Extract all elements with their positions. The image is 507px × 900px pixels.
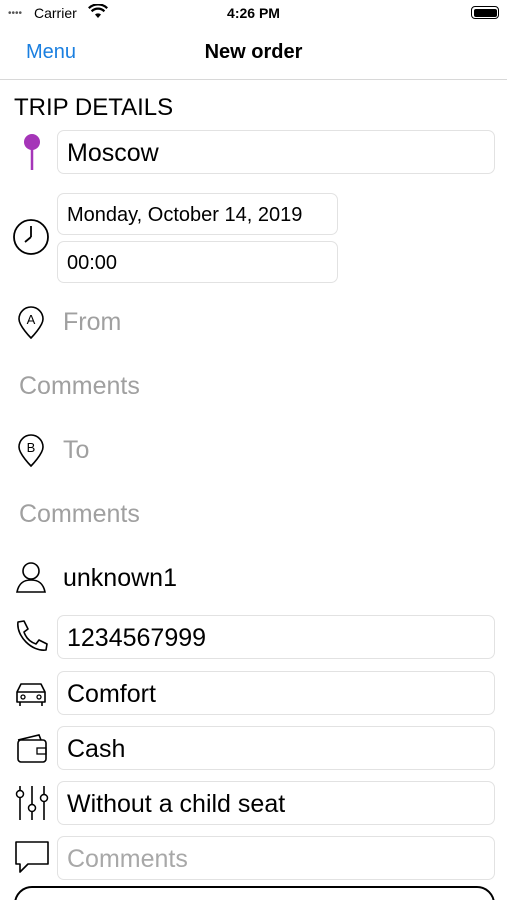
map-pin-icon: [24, 134, 40, 170]
time-value: 00:00: [67, 252, 118, 274]
date-field[interactable]: Monday, October 14, 2019: [57, 193, 338, 235]
order-comment-field[interactable]: Comments: [57, 836, 495, 880]
to-address-input[interactable]: To: [63, 436, 89, 465]
phone-value: 1234567999: [67, 624, 207, 652]
from-address-input[interactable]: From: [63, 308, 121, 337]
pickup-a-marker-icon: A: [18, 306, 44, 340]
phone-field[interactable]: 1234567999: [57, 615, 495, 659]
status-bar: •••• Carrier 4:26 PM: [0, 0, 507, 26]
svg-text:B: B: [27, 440, 36, 455]
phone-icon: [17, 620, 48, 651]
contact-name[interactable]: unknown1: [63, 564, 177, 593]
wallet-icon: [17, 734, 47, 763]
settings-sliders-icon: [15, 786, 49, 820]
clock-icon: [13, 219, 49, 255]
car-icon: [16, 683, 46, 706]
options-value: Without a child seat: [67, 790, 286, 818]
payment-value: Cash: [67, 735, 126, 763]
clock-time: 4:26 PM: [227, 5, 280, 21]
city-value: Moscow: [67, 139, 159, 167]
destination-b-marker-icon: B: [18, 434, 44, 468]
order-comment-placeholder: Comments: [67, 845, 188, 873]
to-comments-input[interactable]: Comments: [19, 500, 140, 529]
battery-icon: [471, 6, 499, 19]
page-title: New order: [204, 41, 303, 63]
svg-text:A: A: [27, 312, 36, 327]
comment-bubble-icon: [15, 841, 49, 873]
payment-field[interactable]: Cash: [57, 726, 495, 770]
user-icon: [16, 562, 46, 593]
time-field[interactable]: 00:00: [57, 241, 338, 283]
navigation-bar: Menu New order: [0, 26, 507, 80]
car-class-field[interactable]: Comfort: [57, 671, 495, 715]
city-field[interactable]: Moscow: [57, 130, 495, 174]
submit-order-button[interactable]: [14, 886, 495, 900]
from-comments-input[interactable]: Comments: [19, 372, 140, 401]
car-class-value: Comfort: [67, 680, 156, 708]
date-value: Monday, October 14, 2019: [67, 204, 303, 226]
section-title: TRIP DETAILS: [14, 94, 174, 121]
options-field[interactable]: Without a child seat: [57, 781, 495, 825]
